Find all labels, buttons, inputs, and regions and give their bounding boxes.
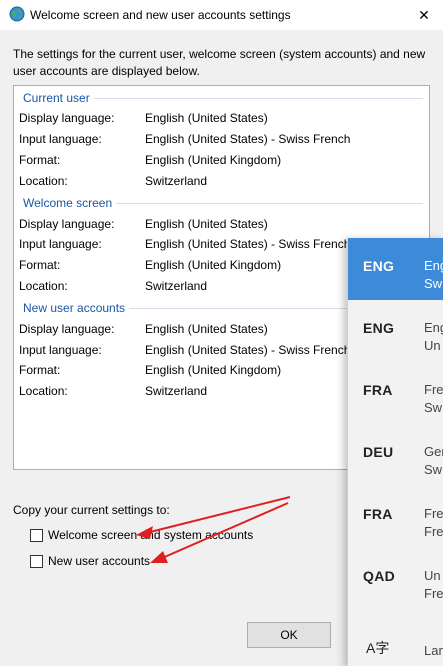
- flyout-item[interactable]: FRA Fre Sw: [348, 362, 443, 424]
- row-value: English (United Kingdom): [145, 363, 282, 377]
- row-value: English (United Kingdom): [145, 258, 282, 272]
- flyout-item-code: ENG: [363, 320, 395, 336]
- flyout-item-code: DEU: [363, 444, 394, 460]
- flyout-item-language: Fre: [424, 506, 443, 521]
- row-value: English (United States): [145, 111, 268, 125]
- welcome-screen-option[interactable]: Welcome screen and system accounts: [30, 527, 253, 543]
- row-label: Location:: [19, 279, 68, 293]
- row-value: English (United Kingdom): [145, 153, 282, 167]
- welcome-screen-checkbox[interactable]: [30, 528, 43, 542]
- section-header-welcome-screen: Welcome screen: [23, 196, 117, 212]
- flyout-item-keyboard: Sw: [424, 400, 443, 415]
- close-icon: ✕: [418, 6, 430, 23]
- row-label: Location:: [19, 384, 68, 398]
- welcome-screen-checkbox-label[interactable]: Welcome screen and system accounts: [48, 528, 253, 542]
- flyout-item-code: ENG: [363, 258, 395, 274]
- new-user-accounts-checkbox-label[interactable]: New user accounts: [48, 554, 150, 568]
- flyout-item[interactable]: FRA Fre Fre: [348, 486, 443, 548]
- flyout-item-keyboard: Sw: [424, 276, 443, 291]
- flyout-item[interactable]: QAD Un Fre: [348, 548, 443, 610]
- new-user-accounts-checkbox[interactable]: [30, 554, 43, 568]
- flyout-item[interactable]: DEU Ger Sw: [348, 424, 443, 486]
- row-label: Input language:: [19, 132, 102, 146]
- flyout-item-keyboard: Un: [424, 338, 441, 353]
- flyout-item-code: FRA: [363, 382, 393, 398]
- row-label: Format:: [19, 363, 61, 377]
- row-value: Switzerland: [145, 384, 208, 398]
- row-label: Format:: [19, 153, 61, 167]
- row-label: Location:: [19, 174, 68, 188]
- row-value: English (United States): [145, 217, 268, 231]
- row-value: English (United States) - Swiss French: [145, 237, 351, 251]
- input-language-flyout: ENG Eng Sw ENG Eng Un FRA Fre Sw DEU Ger…: [347, 238, 443, 666]
- row-label: Input language:: [19, 237, 102, 251]
- flyout-item-language: Eng: [424, 258, 443, 273]
- flyout-item-keyboard: Sw: [424, 462, 443, 477]
- window-title: Welcome screen and new user accounts set…: [30, 8, 291, 22]
- language-preferences-link[interactable]: A字 Lan: [348, 638, 443, 666]
- copy-settings-label: Copy your current settings to:: [13, 503, 170, 517]
- flyout-item-language: Eng: [424, 320, 443, 335]
- flyout-item-language: Un: [424, 568, 441, 583]
- row-label: Input language:: [19, 343, 102, 357]
- flyout-item-keyboard: Fre: [424, 524, 443, 539]
- row-label: Format:: [19, 258, 61, 272]
- row-value: Switzerland: [145, 174, 208, 188]
- globe-icon: [9, 6, 25, 22]
- section-header-new-user-accounts: New user accounts: [23, 301, 130, 317]
- flyout-item-language: Ger: [424, 444, 443, 459]
- row-value: English (United States): [145, 322, 268, 336]
- close-button[interactable]: ✕: [405, 0, 443, 30]
- flyout-item-keyboard: Fre: [424, 586, 443, 601]
- flyout-item-language: Fre: [424, 382, 443, 397]
- row-label: Display language:: [19, 322, 115, 336]
- language-preferences-label: Lan: [424, 643, 443, 658]
- flyout-item-code: FRA: [363, 506, 393, 522]
- section-header-current-user: Current user: [23, 91, 94, 107]
- new-user-accounts-option[interactable]: New user accounts: [30, 553, 150, 569]
- flyout-item[interactable]: ENG Eng Un: [348, 300, 443, 362]
- row-label: Display language:: [19, 111, 115, 125]
- row-value: Switzerland: [145, 279, 208, 293]
- language-settings-icon: A字: [366, 640, 390, 656]
- title-bar: Welcome screen and new user accounts set…: [0, 0, 443, 30]
- row-value: English (United States) - Swiss French: [145, 132, 351, 146]
- flyout-item[interactable]: ENG Eng Sw: [348, 238, 443, 300]
- row-label: Display language:: [19, 217, 115, 231]
- ok-button[interactable]: OK: [247, 622, 331, 648]
- flyout-item-code: QAD: [363, 568, 396, 584]
- row-value: English (United States) - Swiss French: [145, 343, 351, 357]
- description-text: The settings for the current user, welco…: [13, 47, 426, 78]
